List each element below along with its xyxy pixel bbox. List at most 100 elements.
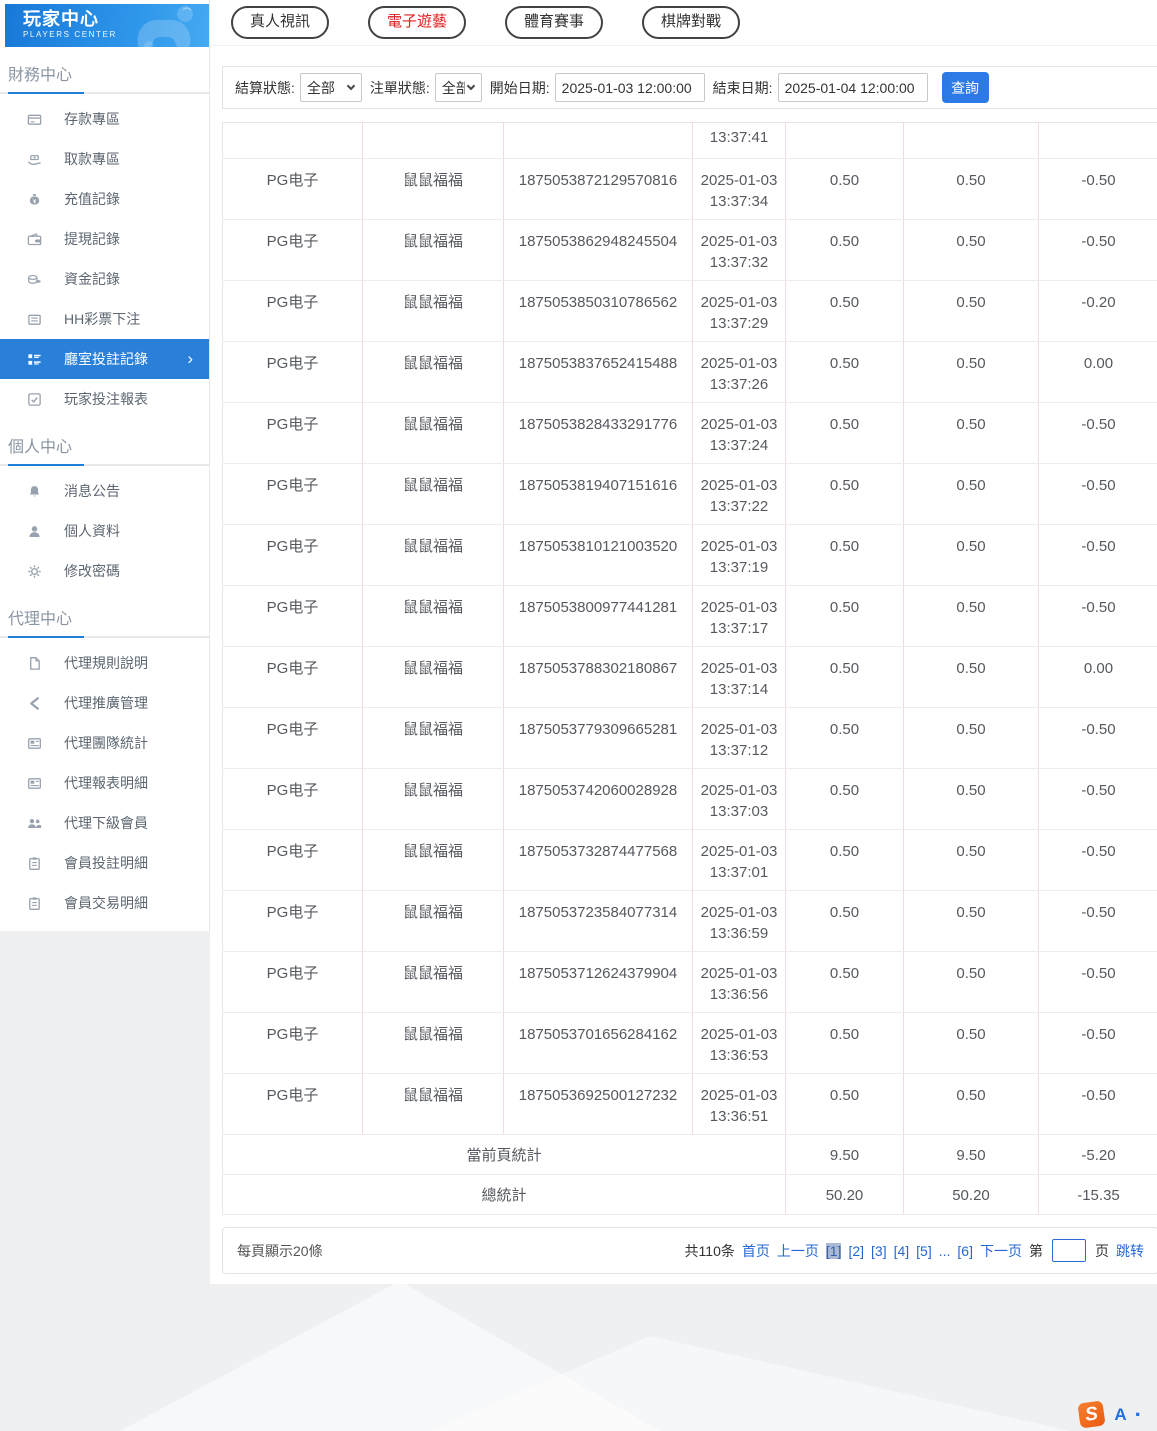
cell-vendor: PG电子 [223,830,363,891]
cell-order-number: 1875053872129570816 [504,159,693,220]
cell-valid-bet: 0.50 [904,1074,1039,1135]
sidebar-item-label: 充值記錄 [64,189,120,209]
sidebar-item-funds-record[interactable]: 資金記錄 [0,259,209,299]
end-date-input[interactable] [778,73,928,102]
sidebar-section-title: 代理中心 [0,591,209,636]
sidebar-item-deposit[interactable]: 存款專區 [0,99,209,139]
sidebar-item-recharge-record[interactable]: 充值記錄 [0,179,209,219]
page-link[interactable]: [1] [826,1243,842,1259]
sidebar-item-agent-report-detail[interactable]: 代理報表明細 [0,763,209,803]
sidebar-item-agent-team-stats[interactable]: 代理團隊統計 [0,723,209,763]
prev-page-link[interactable]: 上一页 [777,1241,819,1261]
page-link[interactable]: [6] [957,1243,973,1259]
settle-status-select[interactable]: 全部 [300,73,362,102]
sidebar-item-label: 代理報表明細 [64,773,148,793]
share-icon [27,695,43,711]
table-row: PG电子鼠鼠福福18750537126243799042025-01-0313:… [223,952,1157,1013]
order-status-select[interactable]: 全部 [435,73,482,102]
s-logo-icon[interactable]: S [1078,1400,1106,1428]
sidebar-item-hh-lottery-bet[interactable]: HH彩票下注 [0,299,209,339]
footer-band [0,1284,1157,1431]
a-letter-icon[interactable]: A [1114,1405,1126,1425]
cell-game: 鼠鼠福福 [363,525,504,586]
news-icon [27,775,43,791]
page-link[interactable]: [4] [894,1243,910,1259]
wallet-icon [27,231,43,247]
cell-game: 鼠鼠福福 [363,159,504,220]
sidebar-item-member-transaction-detail[interactable]: 會員交易明細 [0,883,209,923]
cell-game: 鼠鼠福福 [363,769,504,830]
table-row-partial: 13:37:41 [223,123,1157,159]
sidebar-item-change-password[interactable]: 修改密碼 [0,551,209,591]
sidebar-item-withdraw-record[interactable]: 提現記錄 [0,219,209,259]
cell-game: 鼠鼠福福 [363,1074,504,1135]
bell-icon [27,483,43,499]
cell-bet-amount: 0.50 [786,281,904,342]
sidebar-item-player-bet-report[interactable]: 玩家投注報表 [0,379,209,419]
cell-valid-bet: 0.50 [904,464,1039,525]
order-status-label: 注單狀態: [370,78,430,98]
cell-winloss: -0.50 [1039,525,1157,586]
news-icon [27,735,43,751]
sidebar-item-agent-rules[interactable]: 代理規則說明 [0,643,209,683]
table-row: PG电子鼠鼠福福18750538194071516162025-01-0313:… [223,464,1157,525]
page-link[interactable]: [2] [848,1243,864,1259]
jump-button[interactable]: 跳转 [1116,1241,1144,1261]
page-link[interactable]: [5] [916,1243,932,1259]
cell-winloss: -0.50 [1039,403,1157,464]
sidebar-item-agent-sub-members[interactable]: 代理下級會員 [0,803,209,843]
cell-valid-bet: 0.50 [904,647,1039,708]
section-divider [0,464,209,466]
sidebar-item-label: 會員投註明細 [64,853,148,873]
cell-bet-amount: 0.50 [786,159,904,220]
cell-order-number: 1875053732874477568 [504,830,693,891]
cell-game: 鼠鼠福福 [363,647,504,708]
cell-order-number [504,123,693,159]
cell-bet-amount: 0.50 [786,708,904,769]
cell-vendor: PG电子 [223,647,363,708]
jump-page-input[interactable] [1052,1239,1086,1262]
cell-winloss: -0.50 [1039,952,1157,1013]
first-page-link[interactable]: 首页 [742,1241,770,1261]
cell-game: 鼠鼠福福 [363,1013,504,1074]
page-link[interactable]: [3] [871,1243,887,1259]
tab-live-video[interactable]: 真人視訊 [231,6,329,39]
search-button[interactable]: 查詢 [942,72,989,103]
tab-electronic-games[interactable]: 電子遊藝 [368,6,466,39]
cell-game: 鼠鼠福福 [363,403,504,464]
cell-bet-amount: 0.50 [786,464,904,525]
sidebar-item-withdraw[interactable]: 取款專區 [0,139,209,179]
tab-chess-cards[interactable]: 棋牌對戰 [642,6,740,39]
table-row: PG电子鼠鼠福福18750538629482455042025-01-0313:… [223,220,1157,281]
cell-time: 2025-01-0313:36:51 [693,1074,786,1135]
cell-order-number: 1875053692500127232 [504,1074,693,1135]
start-date-label: 開始日期: [490,78,550,98]
users-icon [27,815,43,831]
cell-valid-bet: 0.50 [904,708,1039,769]
sidebar-item-label: HH彩票下注 [64,309,140,329]
cell-valid-bet: 0.50 [904,220,1039,281]
sidebar-item-room-bet-record[interactable]: 廳室投註記錄› [0,339,209,379]
filter-bar: 結算狀態: 全部 注單狀態: 全部 開始日期: 結束日期: 查詢 [222,66,1157,109]
sidebar-item-member-bet-detail[interactable]: 會員投註明細 [0,843,209,883]
tab-sports[interactable]: 體育賽事 [505,6,603,39]
start-date-input[interactable] [555,73,705,102]
cell-bet-amount: 0.50 [786,830,904,891]
cell-winloss: -0.50 [1039,769,1157,830]
table-row: PG电子鼠鼠福福18750537793096652812025-01-0313:… [223,708,1157,769]
stats-winloss: -15.35 [1039,1175,1157,1215]
sidebar-section-title: 個人中心 [0,419,209,464]
sidebar-sections: 財務中心存款專區取款專區充值記錄提現記錄資金記錄HH彩票下注廳室投註記錄›玩家投… [0,47,209,923]
cell-bet-amount: 0.50 [786,342,904,403]
next-page-link[interactable]: 下一页 [980,1241,1022,1261]
cell-game: 鼠鼠福福 [363,952,504,1013]
sidebar-item-messages[interactable]: 消息公告 [0,471,209,511]
sidebar-item-agent-promotion[interactable]: 代理推廣管理 [0,683,209,723]
dot-icon: · [1135,1410,1142,1420]
overlay-widget: S A · [1079,1402,1142,1427]
stats-bet-amount: 50.20 [786,1175,904,1215]
cell-valid-bet [904,123,1039,159]
cell-valid-bet: 0.50 [904,952,1039,1013]
sidebar-item-profile[interactable]: 個人資料 [0,511,209,551]
cell-vendor: PG电子 [223,403,363,464]
